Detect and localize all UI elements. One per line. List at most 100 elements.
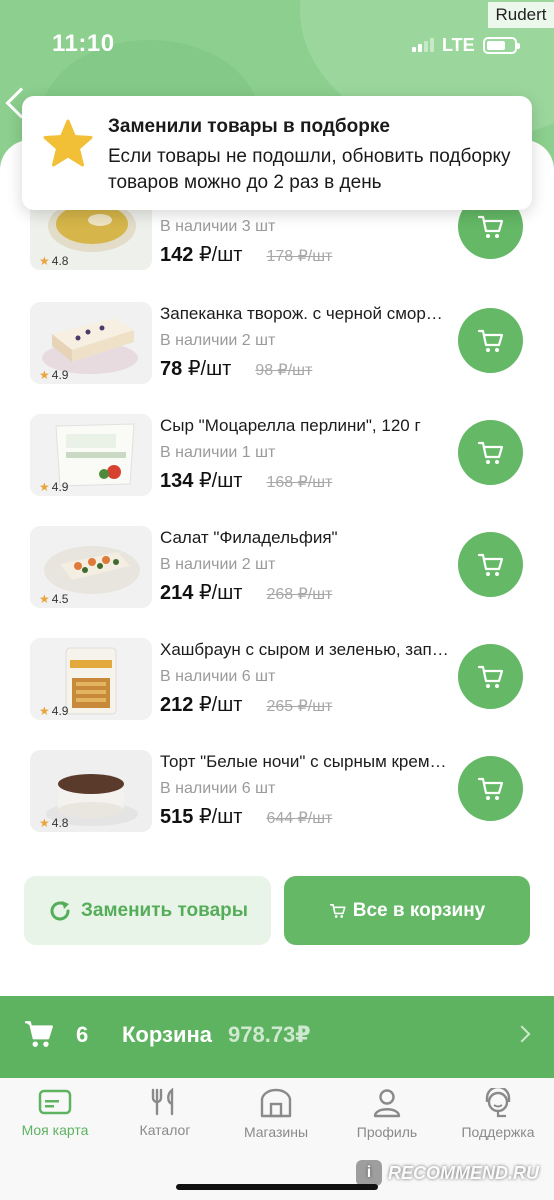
product-rating: ★ 4.9 (39, 480, 69, 494)
cart-icon (477, 215, 503, 238)
replace-notification[interactable]: Заменили товары в подборке Если товары н… (22, 96, 532, 210)
tab-label: Магазины (243, 1124, 309, 1140)
product-row[interactable]: ★ 4.9 Сыр "Моцарелла перлини", 120 г В на… (0, 414, 554, 524)
product-stock: В наличии 1 шт (160, 444, 276, 461)
refresh-icon (50, 900, 70, 920)
tab-label: Профиль (356, 1124, 418, 1140)
cart-bar[interactable]: 6 Корзина 978.73₽ (0, 996, 554, 1078)
product-image: ★ 4.9 (30, 302, 152, 384)
product-rating: ★ 4.5 (39, 592, 69, 606)
product-row[interactable]: ★ 4.5 Салат "Филадельфия" В наличии 2 шт … (0, 526, 554, 636)
old-price: 268 ₽/шт (266, 586, 333, 603)
product-row[interactable]: ★ 4.8 Торт "Белые ночи" с сырным кремом В… (0, 750, 554, 860)
add-to-cart-button[interactable] (458, 532, 523, 597)
cart-total: 978.73₽ (228, 1022, 311, 1047)
status-time: 11:10 (52, 30, 115, 57)
notification-body: Если товары не подошли, обновить подборк… (108, 146, 511, 193)
product-rating: ★ 4.9 (39, 368, 69, 382)
cart-count: 6 (76, 1022, 89, 1047)
star-icon (43, 119, 93, 167)
product-row[interactable]: ★4.9 Хашбраун с сыром и зеленью, запечён… (0, 638, 554, 748)
cart-icon (329, 903, 346, 918)
tab-my-card[interactable]: Моя карта (0, 1088, 110, 1152)
product-image: ★ 4.5 (30, 526, 152, 608)
tab-label: Поддержка (461, 1124, 535, 1140)
cart-label: Корзина (122, 1022, 212, 1047)
product-price: 142 ₽/шт 178 ₽/шт (160, 242, 332, 267)
price-value: 212 (160, 694, 194, 716)
status-indicators: LTE (412, 34, 520, 56)
cart-icon (477, 441, 503, 464)
network-type: LTE (442, 34, 475, 55)
product-name: Салат "Филадельфия" (160, 528, 338, 547)
price-unit: ₽/шт (198, 694, 243, 716)
product-price: 515 ₽/шт 644 ₽/шт (160, 804, 332, 829)
price-value: 78 (160, 358, 183, 380)
product-stock: В наличии 3 шт (160, 218, 276, 235)
product-image: ★ 4.9 (30, 414, 152, 496)
product-stock: В наличии 2 шт (160, 332, 276, 349)
price-value: 142 (160, 244, 194, 266)
old-price: 265 ₽/шт (266, 698, 333, 715)
signal-icon (412, 38, 434, 52)
product-name: Запеканка творож. с черной смородиной (160, 304, 450, 323)
product-price: 134 ₽/шт 168 ₽/шт (160, 468, 332, 493)
site-watermark-text: RECOMMEND.RU (388, 1162, 539, 1183)
tab-label: Каталог (139, 1122, 191, 1138)
battery-icon (482, 36, 520, 54)
add-all-label: Все в корзину (352, 899, 486, 921)
old-price: 98 ₽/шт (255, 362, 313, 379)
profile-icon (373, 1089, 401, 1118)
chevron-right-icon (513, 1025, 531, 1043)
site-watermark: i RECOMMEND.RU (356, 1158, 539, 1188)
cart-icon (477, 777, 503, 800)
product-stock: В наличии 2 шт (160, 556, 276, 573)
replace-items-button[interactable]: Заменить товары (24, 876, 271, 945)
watermark-logo-icon: i (356, 1160, 382, 1186)
old-price: 168 ₽/шт (266, 474, 333, 491)
product-name: Сыр "Моцарелла перлини", 120 г (160, 416, 421, 435)
old-price: 178 ₽/шт (266, 248, 333, 265)
product-price: 214 ₽/шт 268 ₽/шт (160, 580, 332, 605)
old-price: 644 ₽/шт (266, 810, 333, 827)
price-value: 515 (160, 806, 194, 828)
product-rating: ★ 4.8 (39, 816, 69, 830)
price-unit: ₽/шт (198, 470, 243, 492)
add-all-to-cart-button[interactable]: Все в корзину (284, 876, 530, 945)
product-stock: В наличии 6 шт (160, 668, 276, 685)
add-to-cart-button[interactable] (458, 420, 523, 485)
product-price: 212 ₽/шт 265 ₽/шт (160, 692, 332, 717)
add-to-cart-button[interactable] (458, 308, 523, 373)
cart-icon (477, 329, 503, 352)
tab-support[interactable]: Поддержка (443, 1088, 553, 1152)
card-icon (38, 1089, 72, 1115)
product-name: Хашбраун с сыром и зеленью, запечённый (160, 640, 450, 659)
product-image: ★ 4.8 (30, 750, 152, 832)
user-watermark: Rudert (488, 2, 554, 28)
price-value: 134 (160, 470, 194, 492)
price-unit: ₽/шт (187, 358, 232, 380)
product-name: Торт "Белые ночи" с сырным кремом (160, 752, 450, 771)
product-image: ★ 4.9 (30, 638, 152, 720)
product-stock: В наличии 6 шт (160, 780, 276, 797)
price-value: 214 (160, 582, 194, 604)
store-icon (260, 1088, 292, 1118)
cart-icon (25, 1021, 53, 1047)
cutlery-icon (151, 1088, 174, 1116)
notification-title: Заменили товары в подборке (108, 116, 390, 137)
price-unit: ₽/шт (198, 582, 243, 604)
price-unit: ₽/шт (198, 244, 243, 266)
product-rating: ★ 4.9 (39, 704, 69, 718)
support-icon (485, 1088, 511, 1118)
home-indicator (176, 1184, 378, 1190)
product-price: 78 ₽/шт 98 ₽/шт (160, 356, 312, 381)
price-unit: ₽/шт (198, 806, 243, 828)
tab-label: Моя карта (21, 1122, 89, 1138)
product-row[interactable]: ★4.9 Запеканка творож. с черной смородин… (0, 302, 554, 412)
add-to-cart-button[interactable] (458, 756, 523, 821)
tab-catalog[interactable]: Каталог (110, 1088, 220, 1152)
tab-stores[interactable]: Магазины (221, 1088, 331, 1152)
add-to-cart-button[interactable] (458, 644, 523, 709)
product-rating: ★ 4.8 (39, 254, 69, 268)
tab-profile[interactable]: Профиль (332, 1088, 442, 1152)
